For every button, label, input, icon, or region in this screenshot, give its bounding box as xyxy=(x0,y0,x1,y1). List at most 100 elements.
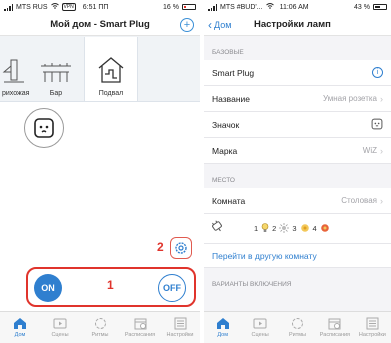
smart-plug-icon xyxy=(210,219,224,238)
colored-bulb-icon xyxy=(320,223,330,235)
tab-scenes[interactable]: Сцены xyxy=(41,316,79,338)
gear-icon xyxy=(175,242,187,254)
chevron-left-icon: ‹ xyxy=(208,17,212,32)
settings-gear-button[interactable] xyxy=(170,237,192,259)
on-button[interactable]: ON xyxy=(34,274,62,302)
tab-label: Сцены xyxy=(251,332,269,338)
icon-label: Значок xyxy=(212,119,240,130)
name-row[interactable]: Название Умная розетка › xyxy=(204,86,391,112)
status-bar: MTS #BUD'... 11:06 AM 43 % xyxy=(204,0,391,14)
tab-label: Дом xyxy=(217,332,229,338)
name-label: Название xyxy=(212,93,250,104)
tab-label: Ритмы xyxy=(91,332,109,338)
room-label: Подвал xyxy=(98,90,124,97)
plug-icon xyxy=(371,118,383,132)
settings-icon xyxy=(366,316,379,330)
scenes-icon xyxy=(253,316,267,330)
brand-label: Марка xyxy=(212,145,238,156)
device-row[interactable]: Smart Plug i xyxy=(204,60,391,86)
tab-schedules[interactable]: Расписания xyxy=(316,316,353,338)
tab-label: Расписания xyxy=(319,332,351,338)
tab-label: Сцены xyxy=(51,332,69,338)
room-label: рихожая xyxy=(2,90,30,97)
room-value: Столовая xyxy=(341,196,377,205)
chevron-right-icon: › xyxy=(380,93,383,104)
home-icon xyxy=(13,316,27,330)
signal-icon xyxy=(4,3,13,11)
tab-rhythms[interactable]: Ритмы xyxy=(279,316,316,338)
signal-icon xyxy=(208,3,217,11)
tab-rhythms[interactable]: Ритмы xyxy=(81,316,119,338)
bulb-icon xyxy=(261,222,269,235)
move-to-other-room-link[interactable]: Перейти в другую комнату xyxy=(204,244,391,268)
smart-plug-device[interactable] xyxy=(24,108,64,148)
tab-settings[interactable]: Настройки xyxy=(354,316,391,338)
lamp-icon xyxy=(2,56,26,86)
room-selector: рихожая Бар Подвал xyxy=(0,36,200,102)
room-label: Комната xyxy=(212,195,246,206)
vpn-badge: VPN xyxy=(61,3,76,11)
tab-bar: Дом Сцены Ритмы Расписания Настройки xyxy=(204,311,391,343)
navigation-bar: Мой дом - Smart Plug + xyxy=(0,14,200,36)
lamp-number: 2 xyxy=(272,224,277,233)
icon-row[interactable]: Значок xyxy=(204,112,391,138)
brand-value: WiZ xyxy=(362,146,377,155)
ceiling-light-icon xyxy=(279,222,290,235)
page-title: Настройки ламп xyxy=(254,19,331,30)
tab-bar: Дом Сцены Ритмы Расписания Настройки xyxy=(0,311,200,343)
battery-icon xyxy=(373,4,387,10)
status-time: 6:51 ПП xyxy=(82,3,109,11)
room-lamps-row: 1 2 3 4 xyxy=(204,214,391,244)
tab-label: Дом xyxy=(14,332,26,338)
carrier-name: MTS RUS xyxy=(16,3,48,11)
rhythms-icon xyxy=(94,316,107,330)
plug-icon xyxy=(34,118,54,138)
battery-percent: 43 % xyxy=(354,3,370,11)
room-tab-basement[interactable]: Подвал xyxy=(84,37,138,101)
off-button[interactable]: OFF xyxy=(158,274,186,302)
room-label: Бар xyxy=(49,90,63,97)
bar-icon xyxy=(39,62,73,86)
tab-scenes[interactable]: Сцены xyxy=(241,316,278,338)
wifi-icon xyxy=(265,3,274,11)
schedule-icon xyxy=(134,316,147,330)
battery-percent: 16 % xyxy=(163,3,179,11)
left-phone-screen: MTS RUS VPN 6:51 ПП 16 % Мой дом - Smart… xyxy=(0,0,200,343)
home-icon xyxy=(216,316,230,330)
brand-row[interactable]: Марка WiZ › xyxy=(204,138,391,164)
chevron-right-icon: › xyxy=(380,145,383,156)
info-icon[interactable]: i xyxy=(372,67,383,78)
tab-schedules[interactable]: Расписания xyxy=(121,316,159,338)
tab-settings[interactable]: Настройки xyxy=(161,316,199,338)
annotation-2: 2 xyxy=(157,240,164,254)
schedule-icon xyxy=(328,316,341,330)
right-phone-screen: MTS #BUD'... 11:06 AM 43 % ‹ Дом Настрой… xyxy=(204,0,391,343)
lamp-number: 1 xyxy=(254,224,259,233)
room-row[interactable]: Комната Столовая › xyxy=(204,188,391,214)
chevron-right-icon: › xyxy=(380,195,383,206)
lamp-number: 3 xyxy=(292,224,297,233)
carrier-name: MTS #BUD'... xyxy=(220,3,263,11)
section-header-place: МЕСТО xyxy=(212,177,235,184)
lamp-bulb-icon xyxy=(300,223,310,235)
back-button[interactable]: ‹ Дом xyxy=(204,17,232,32)
device-name: Smart Plug xyxy=(212,67,255,78)
section-header-variants: ВАРИАНТЫ ВКЛЮЧЕНИЯ xyxy=(212,281,292,288)
tab-label: Настройки xyxy=(358,332,386,338)
settings-icon xyxy=(174,316,187,330)
scenes-icon xyxy=(53,316,67,330)
status-time: 11:06 AM xyxy=(279,3,309,11)
tab-home[interactable]: Дом xyxy=(204,316,241,338)
tab-label: Ритмы xyxy=(289,332,307,338)
room-tab-bar[interactable]: Бар xyxy=(28,37,84,101)
tab-home[interactable]: Дом xyxy=(1,316,39,338)
wifi-icon xyxy=(50,3,59,11)
add-icon[interactable]: + xyxy=(180,18,194,32)
back-label: Дом xyxy=(214,19,232,30)
battery-icon xyxy=(182,4,196,10)
section-header-base: БАЗОВЫЕ xyxy=(212,49,244,56)
room-tab-hallway[interactable]: рихожая xyxy=(0,37,30,101)
tab-label: Настройки xyxy=(166,332,194,338)
page-title: Мой дом - Smart Plug xyxy=(50,19,150,30)
navigation-bar: ‹ Дом Настройки ламп xyxy=(204,14,391,36)
